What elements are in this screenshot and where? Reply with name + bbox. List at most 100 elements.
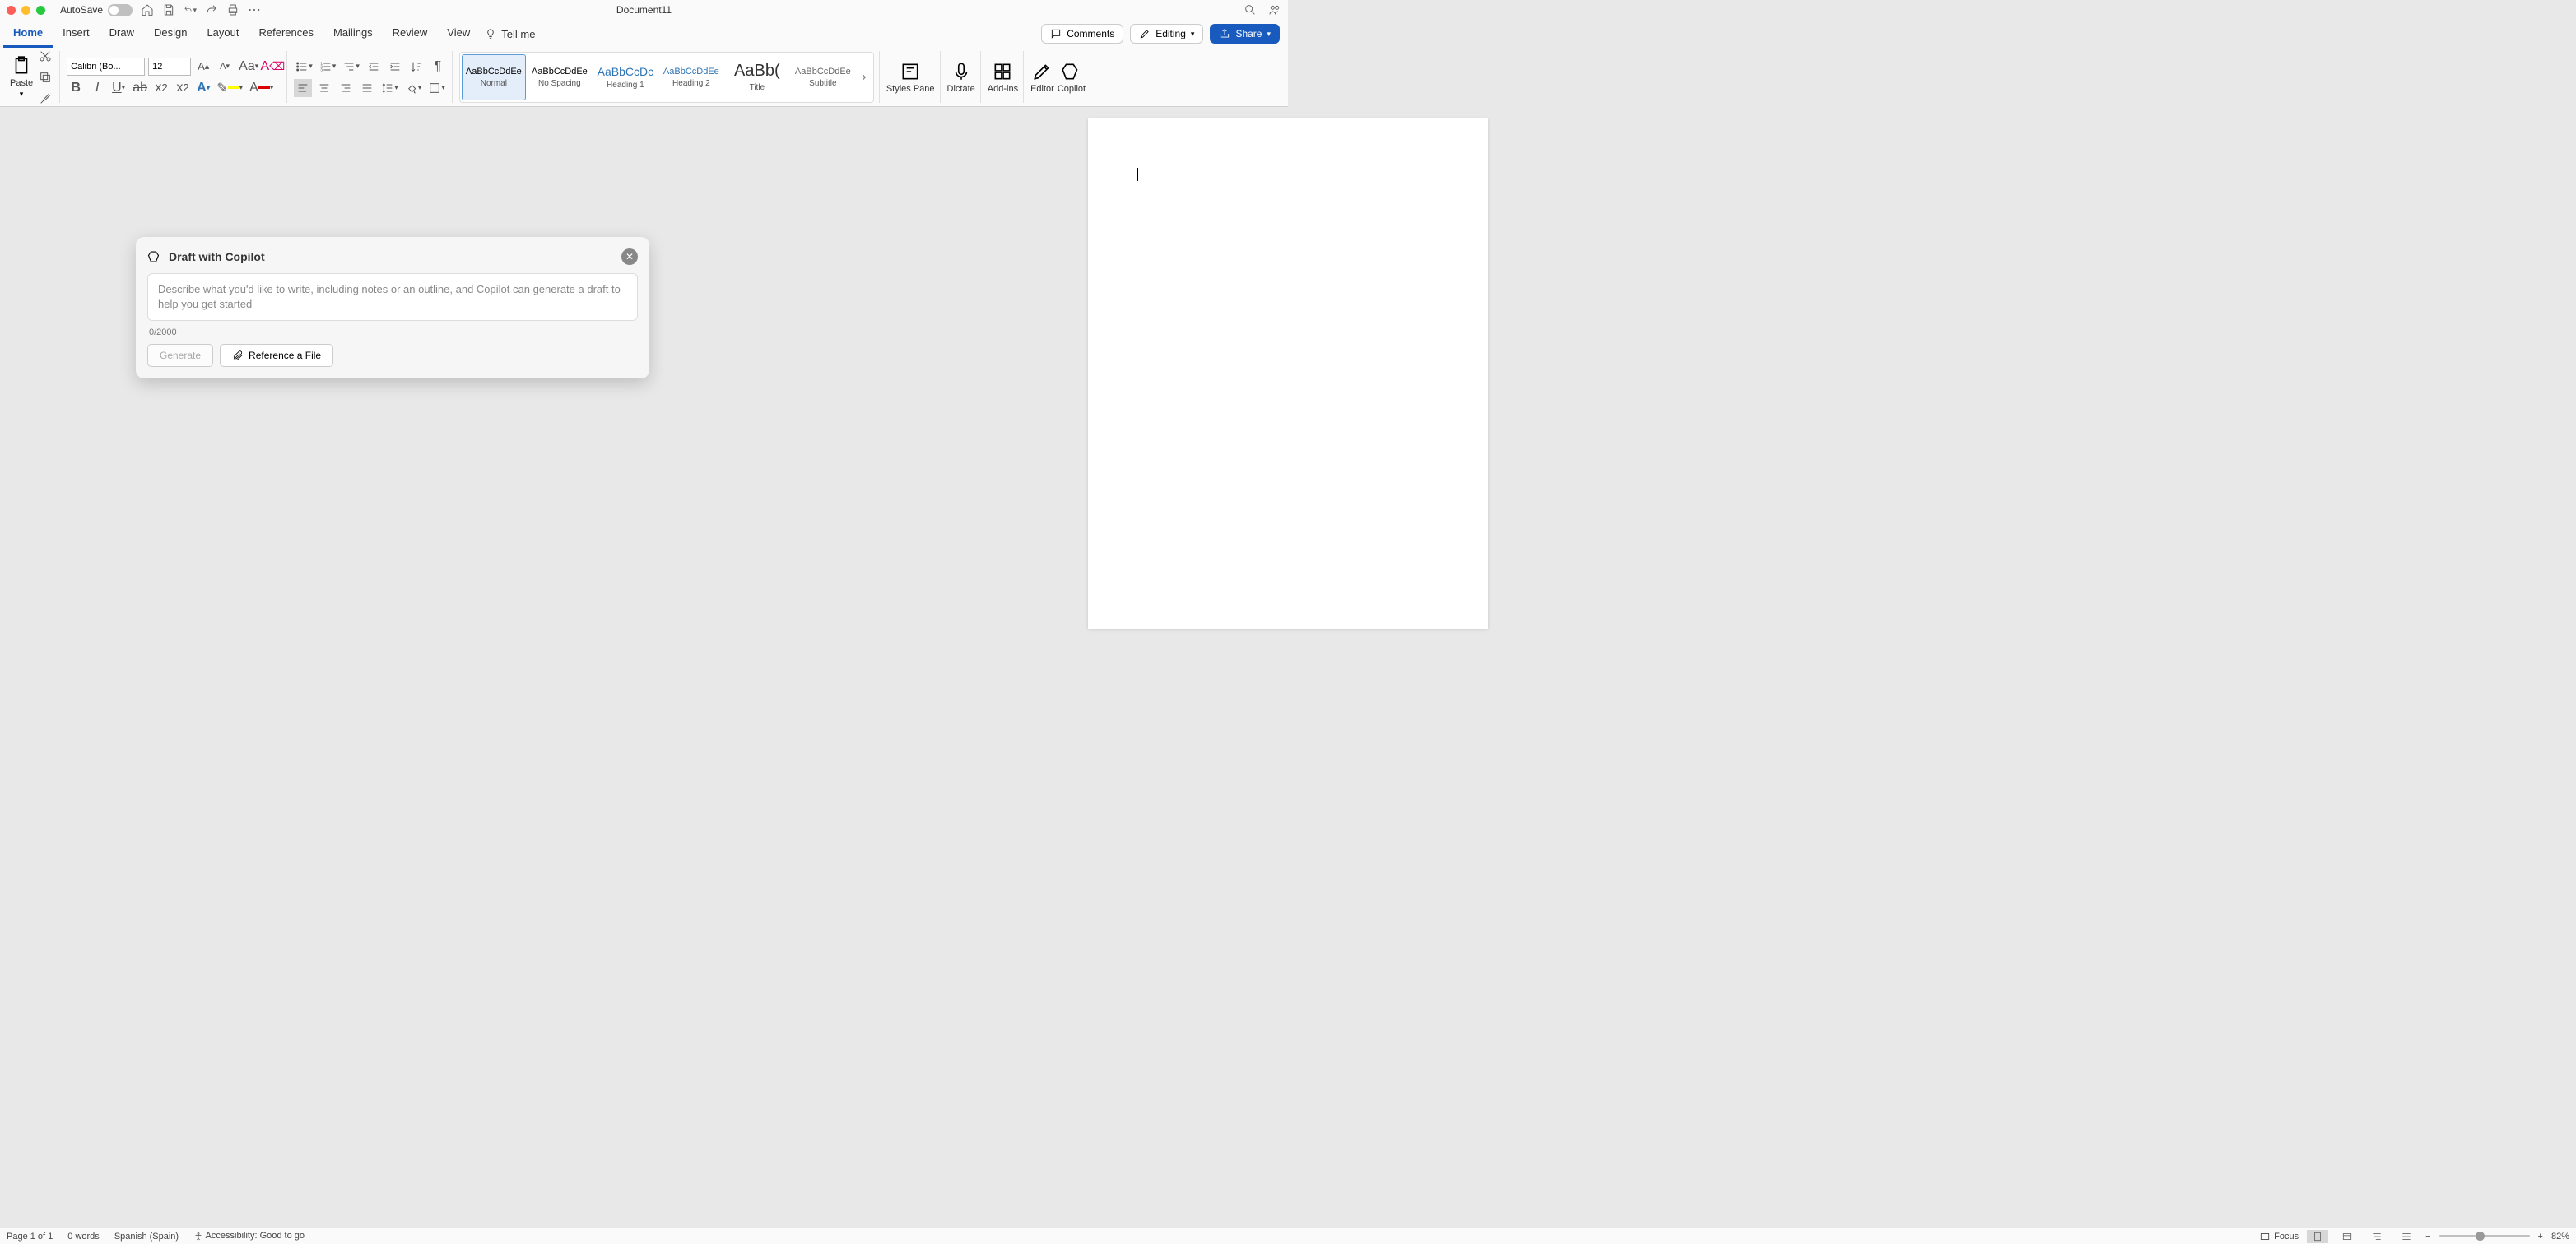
home-icon[interactable] (141, 3, 154, 16)
bold-button[interactable]: B (67, 79, 85, 97)
document-page[interactable] (1088, 118, 1488, 629)
increase-indent-button[interactable] (386, 58, 404, 76)
tab-mailings[interactable]: Mailings (323, 20, 383, 48)
font-family-select[interactable] (67, 58, 145, 76)
font-size-select[interactable] (148, 58, 191, 76)
undo-icon[interactable]: ▾ (184, 3, 197, 16)
align-left-button[interactable] (294, 79, 312, 97)
superscript-button[interactable]: x2 (174, 79, 192, 97)
bullets-button[interactable]: ▾ (294, 58, 314, 76)
lightbulb-icon (485, 28, 496, 39)
tell-me-search[interactable]: Tell me (485, 20, 535, 48)
minimize-window-button[interactable] (21, 6, 30, 15)
save-icon[interactable] (162, 3, 175, 16)
font-color-button[interactable]: A▾ (248, 79, 275, 97)
close-window-button[interactable] (7, 6, 16, 15)
grow-font-button[interactable]: A▴ (194, 58, 212, 76)
decrease-indent-button[interactable] (365, 58, 383, 76)
tab-layout[interactable]: Layout (197, 20, 249, 48)
print-icon[interactable] (226, 3, 239, 16)
styles-pane-button[interactable]: Styles Pane (886, 61, 935, 94)
redo-icon[interactable] (205, 3, 218, 16)
zoom-slider[interactable] (2439, 1235, 2530, 1237)
maximize-window-button[interactable] (36, 6, 45, 15)
shrink-font-button[interactable]: A▾ (216, 58, 234, 76)
underline-button[interactable]: U▾ (109, 79, 128, 97)
accessibility-status[interactable]: Accessibility: Good to go (193, 1231, 305, 1241)
word-count[interactable]: 0 words (67, 1232, 100, 1242)
more-icon[interactable]: ⋯ (248, 3, 261, 16)
dictate-button[interactable]: Dictate (947, 61, 975, 94)
styles-gallery: AaBbCcDdEeNormal AaBbCcDdEeNo Spacing Aa… (459, 52, 874, 103)
tab-references[interactable]: References (249, 20, 323, 48)
copilot-button[interactable]: Copilot (1058, 61, 1086, 94)
align-right-button[interactable] (337, 79, 355, 97)
style-normal[interactable]: AaBbCcDdEeNormal (462, 54, 526, 100)
zoom-slider-thumb[interactable] (2476, 1232, 2485, 1241)
print-layout-view-button[interactable] (2307, 1230, 2328, 1243)
svg-text:3: 3 (320, 67, 323, 72)
share-people-icon[interactable] (1268, 3, 1281, 16)
copilot-draft-dialog: Draft with Copilot ✕ Describe what you'd… (136, 237, 649, 378)
generate-button[interactable]: Generate (147, 344, 213, 367)
style-no-spacing[interactable]: AaBbCcDdEeNo Spacing (528, 54, 592, 100)
copy-button[interactable] (36, 68, 54, 86)
autosave-label: AutoSave (60, 4, 103, 16)
strikethrough-button[interactable]: ab (131, 79, 149, 97)
cut-button[interactable] (36, 47, 54, 65)
comments-button[interactable]: Comments (1041, 24, 1123, 44)
paste-button[interactable]: Paste ▾ (10, 55, 33, 99)
zoom-percentage[interactable]: 82% (2551, 1232, 2569, 1242)
clear-formatting-button[interactable]: A⌫ (263, 58, 281, 76)
numbering-button[interactable]: 123▾ (318, 58, 338, 76)
subscript-button[interactable]: x2 (152, 79, 170, 97)
tab-draw[interactable]: Draw (100, 20, 144, 48)
outline-view-button[interactable] (2366, 1230, 2388, 1243)
close-dialog-button[interactable]: ✕ (621, 248, 638, 265)
editor-button[interactable]: Editor (1030, 61, 1054, 94)
search-icon[interactable] (1244, 3, 1257, 16)
align-center-icon (318, 81, 331, 95)
align-center-button[interactable] (315, 79, 333, 97)
tab-design[interactable]: Design (144, 20, 197, 48)
share-button[interactable]: Share ▾ (1210, 24, 1280, 44)
tab-home[interactable]: Home (3, 20, 53, 48)
language-indicator[interactable]: Spanish (Spain) (114, 1232, 179, 1242)
justify-button[interactable] (358, 79, 376, 97)
page-indicator[interactable]: Page 1 of 1 (7, 1232, 53, 1242)
zoom-out-button[interactable]: − (2425, 1232, 2430, 1242)
tab-view[interactable]: View (437, 20, 480, 48)
styles-more-button[interactable]: › (857, 54, 872, 100)
zoom-in-button[interactable]: + (2538, 1232, 2543, 1242)
style-heading-2[interactable]: AaBbCcDdEeHeading 2 (659, 54, 723, 100)
autosave-toggle[interactable]: AutoSave (60, 4, 133, 16)
addins-button[interactable]: Add-ins (988, 61, 1018, 94)
shading-button[interactable]: ▾ (403, 79, 424, 97)
change-case-button[interactable]: Aa▾ (237, 58, 260, 76)
web-layout-view-button[interactable] (2337, 1230, 2358, 1243)
text-effects-button[interactable]: A▾ (195, 79, 212, 97)
show-marks-button[interactable]: ¶ (429, 58, 447, 76)
editing-mode-button[interactable]: Editing ▾ (1130, 24, 1203, 44)
tab-insert[interactable]: Insert (53, 20, 100, 48)
focus-mode-button[interactable]: Focus (2259, 1231, 2299, 1242)
style-title[interactable]: AaBb(Title (725, 54, 789, 100)
draft-view-button[interactable] (2396, 1230, 2417, 1243)
copilot-placeholder: Describe what you'd like to write, inclu… (158, 283, 621, 310)
format-painter-button[interactable] (36, 90, 54, 108)
copilot-prompt-input[interactable]: Describe what you'd like to write, inclu… (147, 273, 638, 321)
tab-review[interactable]: Review (383, 20, 438, 48)
multilevel-list-icon (342, 60, 356, 73)
borders-button[interactable]: ▾ (426, 79, 447, 97)
toggle-switch-icon[interactable] (108, 4, 133, 16)
line-spacing-button[interactable]: ▾ (379, 79, 400, 97)
highlight-button[interactable]: ✎▾ (215, 79, 244, 97)
multilevel-list-button[interactable]: ▾ (341, 58, 361, 76)
italic-button[interactable]: I (88, 79, 106, 97)
sort-button[interactable] (407, 58, 425, 76)
copilot-logo-icon (147, 249, 162, 264)
reference-file-button[interactable]: Reference a File (220, 344, 333, 367)
style-heading-1[interactable]: AaBbCcDcHeading 1 (593, 54, 658, 100)
border-icon (428, 81, 441, 95)
style-subtitle[interactable]: AaBbCcDdEeSubtitle (791, 54, 855, 100)
